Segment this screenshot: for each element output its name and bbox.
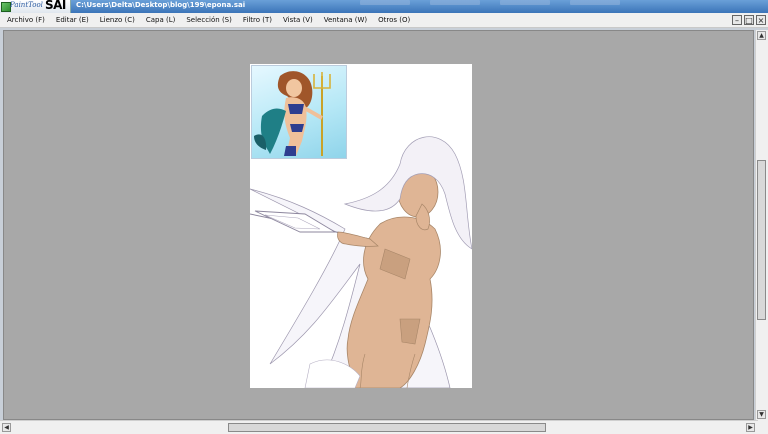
ghost-tab (500, 0, 550, 5)
menu-otros[interactable]: Otros (O) (378, 16, 410, 24)
ref-arm (303, 106, 323, 120)
app-logo-brand: SAI (45, 0, 66, 12)
menu-ventana[interactable]: Ventana (W) (324, 16, 367, 24)
horizontal-scrollbar[interactable]: ◀ ▶ (0, 420, 768, 434)
app-logo-text: PaintTool (10, 1, 43, 9)
ref-top (288, 104, 304, 114)
scrollbar-corner (758, 420, 768, 433)
app-logo: PaintTool SAI (0, 0, 71, 13)
window-title: C:\Users\Delta\Desktop\blog\199\epona.sa… (76, 1, 246, 9)
ref-boot (284, 146, 296, 156)
reference-illustration (254, 71, 331, 156)
window-controls: – □ × (732, 15, 766, 25)
minimize-button[interactable]: – (732, 15, 742, 25)
scroll-up-arrow-icon[interactable]: ▲ (757, 31, 766, 40)
menu-lienzo[interactable]: Lienzo (C) (100, 16, 135, 24)
menu-capa[interactable]: Capa (L) (146, 16, 176, 24)
reference-image (251, 65, 347, 159)
title-bar: PaintTool SAI C:\Users\Delta\Desktop\blo… (0, 0, 768, 13)
ref-face (286, 79, 302, 97)
vertical-scrollbar[interactable]: ▲ ▼ (755, 30, 768, 420)
close-button[interactable]: × (756, 15, 766, 25)
menu-filtro[interactable]: Filtro (T) (243, 16, 272, 24)
scroll-right-arrow-icon[interactable]: ▶ (746, 423, 755, 432)
restore-button[interactable]: □ (744, 15, 754, 25)
trident-head (313, 72, 331, 89)
menu-archivo[interactable]: Archivo (F) (7, 16, 45, 24)
ghost-tab (360, 0, 410, 5)
scroll-left-arrow-icon[interactable]: ◀ (2, 423, 11, 432)
ref-bottom (290, 124, 304, 132)
menu-seleccion[interactable]: Selección (S) (186, 16, 232, 24)
menu-bar: Archivo (F) Editar (E) Lienzo (C) Capa (… (0, 13, 768, 28)
menu-editar[interactable]: Editar (E) (56, 16, 89, 24)
ghost-tab (430, 0, 480, 5)
vertical-scroll-thumb[interactable] (757, 160, 766, 320)
horizontal-scroll-thumb[interactable] (228, 423, 546, 432)
scroll-down-arrow-icon[interactable]: ▼ (757, 410, 766, 419)
taskbar-ghost-tabs (360, 0, 658, 6)
menu-vista[interactable]: Vista (V) (283, 16, 313, 24)
ghost-tab (570, 0, 620, 5)
